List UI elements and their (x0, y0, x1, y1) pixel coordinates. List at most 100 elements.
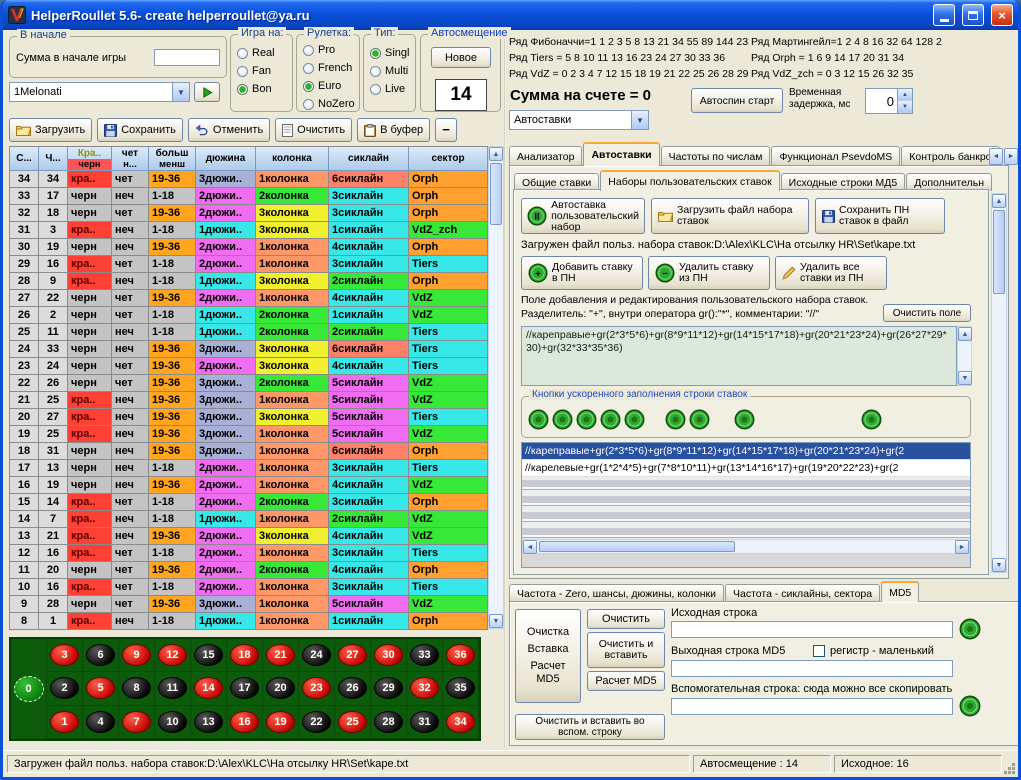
board-number[interactable]: 36 (446, 644, 475, 666)
board-cell[interactable]: 32 (407, 672, 443, 705)
table-row[interactable]: 3434кра..чет19-363дюжи..1колонка6сиклайн… (10, 171, 488, 188)
quick-bet-coin-button[interactable] (600, 409, 621, 430)
board-number[interactable]: 23 (302, 677, 331, 699)
board-number[interactable]: 30 (374, 644, 403, 666)
board-number[interactable]: 21 (266, 644, 295, 666)
table-row[interactable]: 2027кра..неч19-363дюжи..3колонка5сиклайн… (10, 409, 488, 426)
board-cell[interactable]: 23 (299, 672, 335, 705)
md5-aux-paste-button[interactable]: Очистить и вставить во вспом. строку (515, 714, 665, 740)
run-preset-button[interactable] (194, 82, 220, 102)
tab-bottom-3[interactable]: MD5 (881, 581, 919, 602)
board-number[interactable]: 5 (86, 677, 115, 699)
board-cell[interactable]: 21 (263, 639, 299, 672)
board-cell[interactable]: 27 (335, 639, 371, 672)
md5-clear-paste-button[interactable]: Очистить и вставить (587, 632, 665, 668)
board-cell[interactable]: 35 (443, 672, 479, 705)
md5-clear-button[interactable]: Очистить (587, 609, 665, 629)
scroll-thumb[interactable] (490, 163, 502, 225)
board-cell[interactable]: 3 (47, 639, 83, 672)
md5-aux-coin-button[interactable] (959, 695, 981, 717)
table-row[interactable]: 147кра..неч1-181дюжи..1колонка2сиклайнVd… (10, 511, 488, 528)
tabs-scroll-left-icon[interactable]: ◄ (989, 148, 1003, 165)
board-number[interactable]: 7 (122, 711, 151, 733)
board-cell[interactable]: 15 (191, 639, 227, 672)
board-number[interactable]: 11 (158, 677, 187, 699)
radio-option-fan[interactable]: Fan (237, 63, 292, 79)
board-cell[interactable]: 36 (443, 639, 479, 672)
board-number[interactable]: 19 (266, 711, 295, 733)
table-row[interactable]: 3317черннеч1-182дюжи..2колонка3сиклайнOr… (10, 188, 488, 205)
table-row[interactable]: 81кра..неч1-181дюжи..1колонка1сиклайнOrp… (10, 613, 488, 630)
quick-bet-coin-button[interactable] (734, 409, 755, 430)
column-header[interactable]: сектор (409, 147, 488, 171)
board-cell[interactable]: 20 (263, 672, 299, 705)
column-header[interactable]: Ч... (39, 147, 68, 171)
table-row[interactable]: 3019черннеч19-362дюжи..1колонка4сиклайнO… (10, 239, 488, 256)
load-bet-file-button[interactable]: Загрузить файл набора ставок (651, 198, 809, 234)
chevron-down-icon[interactable]: ▼ (631, 111, 648, 129)
table-row[interactable]: 3218чернчет19-362дюжи..3колонка3сиклайнO… (10, 205, 488, 222)
add-bet-button[interactable]: + Добавить ставку в ПН (521, 256, 643, 290)
board-cell[interactable]: 8 (119, 672, 155, 705)
quick-bet-coin-button[interactable] (552, 409, 573, 430)
save-button[interactable]: Сохранить (97, 118, 183, 142)
board-number[interactable]: 33 (410, 644, 439, 666)
md5-big-button[interactable]: Очистка Вставка Расчет MD5 (515, 609, 581, 703)
quick-bet-coin-button[interactable] (689, 409, 710, 430)
titlebar[interactable]: HelperRoullet 5.6- create helperroullet@… (3, 0, 1018, 30)
autobets-combo[interactable]: Автоставки ▼ (509, 110, 649, 130)
board-number[interactable]: 34 (446, 711, 475, 733)
md5-source-coin-button[interactable] (959, 618, 981, 640)
board-number-zero[interactable]: 0 (14, 676, 44, 702)
column-header[interactable]: колонка (256, 147, 329, 171)
board-number[interactable]: 25 (338, 711, 367, 733)
board-cell[interactable]: 22 (299, 706, 335, 739)
column-header[interactable]: дюжина (196, 147, 256, 171)
board-number[interactable]: 13 (194, 711, 223, 733)
board-number[interactable]: 2 (50, 677, 79, 699)
radio-option-french[interactable]: French (303, 60, 359, 76)
table-row[interactable]: 1925кра..неч19-363дюжи..1колонка5сиклайн… (10, 426, 488, 443)
autospin-start-button[interactable]: Автоспин старт (691, 88, 783, 113)
load-button[interactable]: Загрузить (9, 118, 92, 142)
autobet-user-set-button[interactable]: II Автоставка пользовательский набор (521, 198, 645, 234)
tabs-scroll-right-icon[interactable]: ► (1004, 148, 1018, 165)
board-number[interactable]: 9 (122, 644, 151, 666)
clear-button[interactable]: Очистить (275, 118, 352, 142)
md5-calc-button[interactable]: Расчет MD5 (587, 671, 665, 691)
table-row[interactable]: 1831черннеч19-363дюжи..1колонка6сиклайнO… (10, 443, 488, 460)
board-number[interactable]: 6 (86, 644, 115, 666)
board-number[interactable]: 4 (86, 711, 115, 733)
board-number[interactable]: 12 (158, 644, 187, 666)
to-buffer-button[interactable]: В буфер (357, 118, 430, 142)
scroll-down-icon[interactable]: ▼ (992, 558, 1006, 572)
tab-main-5[interactable]: Контроль банкро (901, 146, 999, 166)
tab-main-3[interactable]: Частоты по числам (661, 146, 771, 166)
tab-main-1[interactable]: Анализатор (509, 146, 582, 166)
bet-set-list[interactable]: //кареправые+gr(2*3*5*6)+gr(8*9*11*12)+g… (521, 442, 971, 568)
scroll-right-icon[interactable]: ► (955, 540, 969, 554)
tab-sub-2[interactable]: Наборы пользовательских ставок (600, 170, 779, 191)
radio-option-pro[interactable]: Pro (303, 42, 359, 58)
table-row[interactable]: 2125кра..неч19-363дюжи..1колонка5сиклайн… (10, 392, 488, 409)
clear-field-button[interactable]: Очистить поле (883, 304, 971, 322)
table-row[interactable]: 262чернчет1-181дюжи..2колонка1сиклайнVdZ (10, 307, 488, 324)
edit-area-scrollbar[interactable]: ▲ ▼ (957, 326, 972, 386)
page-scrollbar[interactable]: ▲ ▼ (991, 193, 1007, 573)
board-number[interactable]: 16 (230, 711, 259, 733)
scroll-down-icon[interactable]: ▼ (489, 614, 503, 628)
board-cell[interactable]: 30 (371, 639, 407, 672)
new-number-button[interactable]: Новое (431, 47, 491, 68)
board-zero-cell[interactable]: 0 (11, 639, 47, 739)
board-number[interactable]: 26 (338, 677, 367, 699)
table-row[interactable]: 1514кра..чет1-182дюжи..2колонка3сиклайнO… (10, 494, 488, 511)
delete-bet-button[interactable]: − Удалить ставку из ПН (648, 256, 770, 290)
board-cell[interactable]: 11 (155, 672, 191, 705)
radio-option-singl[interactable]: Singl (370, 45, 415, 61)
radio-option-multi[interactable]: Multi (370, 63, 415, 79)
scroll-up-icon[interactable]: ▲ (958, 327, 972, 341)
radio-option-euro[interactable]: Euro (303, 78, 359, 94)
quick-bet-coin-button[interactable] (576, 409, 597, 430)
board-number[interactable]: 8 (122, 677, 151, 699)
board-number[interactable]: 27 (338, 644, 367, 666)
